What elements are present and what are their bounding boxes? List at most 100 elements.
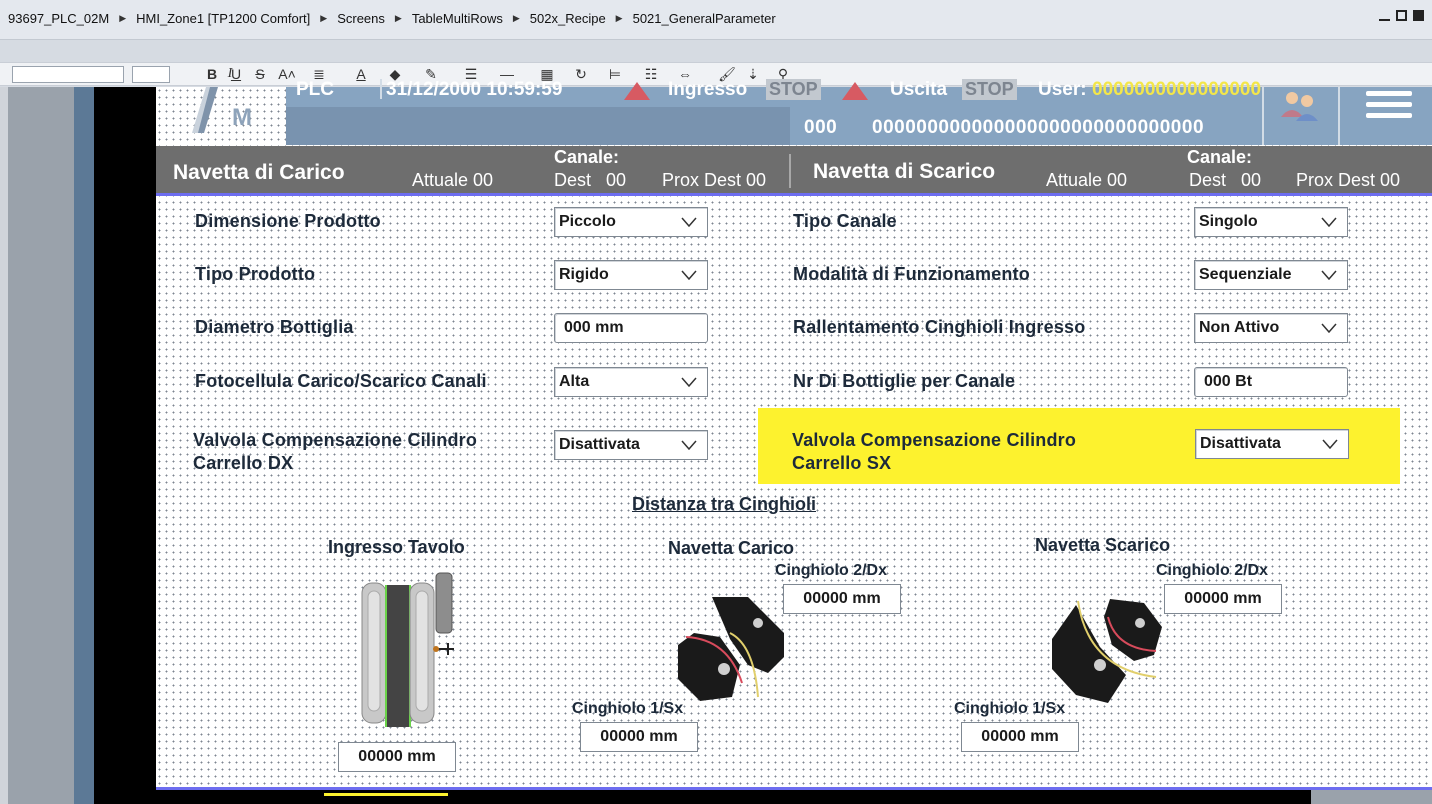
tipo-prodotto-label: Tipo Prodotto (195, 264, 316, 284)
code-long: 000000000000000000000000000000 (872, 117, 1205, 138)
scarico-1sx-input[interactable]: 00000 mm (961, 722, 1079, 752)
font-color-icon[interactable]: A (348, 64, 374, 84)
breadcrumb-separator-icon: ▶ (320, 13, 328, 23)
distribute-icon[interactable]: ☷ (638, 64, 664, 84)
restore-button[interactable] (1396, 10, 1407, 21)
uscita-label: Uscita (890, 79, 948, 100)
rallentamento-label: Rallentamento Cinghioli Ingresso (793, 317, 1086, 337)
align-left-icon[interactable]: ⊨ (602, 64, 628, 84)
scarico-2dx-label: Cinghiolo 2/Dx (1156, 562, 1268, 579)
ingresso-label: Ingresso (668, 79, 748, 100)
tipo-canale-label: Tipo Canale (793, 211, 897, 231)
diametro-input[interactable]: 000 mm (554, 313, 708, 343)
warning-icon (842, 82, 868, 100)
window-controls (1379, 10, 1424, 21)
tipo-canale-dropdown[interactable]: Singolo (1194, 207, 1348, 237)
valvola-sx-label-line1: Valvola Compensazione Cilindro (792, 430, 1077, 450)
nr-bottiglie-input[interactable]: 000 Bt (1194, 367, 1348, 397)
carico-dest-label: Dest (554, 170, 592, 190)
left-panel (0, 87, 8, 804)
hmi-screen: M PLC 31/12/2000 10:59:59 Ingresso STOP … (156, 79, 1432, 804)
fotocellula-dropdown[interactable]: Alta (554, 367, 708, 397)
minimize-button[interactable] (1379, 19, 1390, 21)
scarico-2dx-input[interactable]: 00000 mm (1164, 584, 1282, 614)
warning-icon (624, 82, 650, 100)
shuttle-icon (672, 593, 792, 710)
user-value: 0000000000000000 (1092, 79, 1262, 100)
valvola-sx-label-line2: Carrello SX (792, 453, 892, 473)
breadcrumb-separator-icon: ▶ (119, 13, 127, 23)
dropdown-arrow-icon (681, 270, 697, 280)
rallentamento-value: Non Attivo (1199, 319, 1280, 336)
scarico-dest-label: Dest (1189, 170, 1227, 190)
ingresso-tavolo-title: Ingresso Tavolo (328, 537, 465, 557)
modalita-value: Sequenziale (1199, 266, 1292, 283)
fotocellula-value: Alta (559, 373, 590, 390)
dropdown-arrow-icon (681, 377, 697, 387)
dropdown-arrow-icon (1322, 439, 1338, 449)
carico-1sx-input[interactable]: 00000 mm (580, 722, 698, 752)
carico-2dx-input[interactable]: 00000 mm (783, 584, 901, 614)
tipo-prodotto-dropdown[interactable]: Rigido (554, 260, 708, 290)
navetta-carico-title: Navetta Carico (668, 538, 795, 558)
breadcrumb-item-screen[interactable]: 5021_GeneralParameter (633, 11, 776, 26)
breadcrumb-item-screens[interactable]: Screens (337, 11, 385, 26)
users-icon[interactable] (1278, 87, 1322, 132)
shuttle-icon (1048, 595, 1168, 712)
menu-icon[interactable] (1366, 89, 1412, 134)
carico-dest-value: 00 (606, 170, 627, 190)
strikethrough-button[interactable]: S (252, 64, 268, 84)
carico-prox-dest: Prox Dest 00 (662, 170, 767, 190)
navetta-scarico-title: Navetta Scarico (1035, 535, 1171, 555)
header-divider (380, 79, 382, 99)
carico-attuale: Attuale 00 (412, 170, 494, 190)
modalita-dropdown[interactable]: Sequenziale (1194, 260, 1348, 290)
rallentamento-dropdown[interactable]: Non Attivo (1194, 313, 1348, 343)
valvola-dx-label-line2: Carrello DX (193, 453, 294, 473)
bottom-panel (1311, 790, 1432, 804)
ingresso-stop-badge: STOP (766, 79, 821, 100)
canvas-margin (94, 87, 156, 804)
hmi-header: PLC 31/12/2000 10:59:59 Ingresso STOP Us… (286, 79, 1432, 145)
valvola-sx-dropdown[interactable]: Disattivata (1195, 429, 1349, 459)
tipo-prodotto-value: Rigido (559, 266, 609, 283)
left-panel-blue (74, 87, 94, 804)
breadcrumb-item-hmi[interactable]: HMI_Zone1 [TP1200 Comfort] (136, 11, 310, 26)
underline-button[interactable]: U (228, 64, 244, 84)
font-size-select[interactable] (132, 66, 170, 83)
valvola-dx-dropdown[interactable]: Disattivata (554, 430, 708, 460)
band-divider (789, 154, 791, 188)
breadcrumb-item-subfolder[interactable]: 502x_Recipe (530, 11, 606, 26)
scarico-title: Navetta di Scarico (813, 160, 996, 183)
bold-button[interactable]: B (204, 64, 220, 84)
plc-label: PLC (296, 79, 334, 100)
carico-canale-label: Canale: (554, 147, 620, 167)
dropdown-arrow-icon (1321, 217, 1337, 227)
scarico-prox-dest: Prox Dest 00 (1296, 170, 1401, 190)
datetime: 31/12/2000 10:59:59 (386, 79, 563, 100)
carico-1sx-label: Cinghiolo 1/Sx (572, 700, 684, 717)
left-panel-grey (8, 87, 74, 804)
maximize-button[interactable] (1413, 10, 1424, 21)
rotate-icon[interactable]: ↻ (568, 64, 594, 84)
dimensione-dropdown[interactable]: Piccolo (554, 207, 708, 237)
breadcrumb-separator-icon: ▶ (615, 13, 623, 23)
tipo-canale-value: Singolo (1199, 213, 1258, 230)
breadcrumb-item-folder[interactable]: TableMultiRows (412, 11, 503, 26)
carico-2dx-label: Cinghiolo 2/Dx (775, 562, 887, 579)
nr-bottiglie-label: Nr Di Bottiglie per Canale (793, 371, 1016, 391)
dropdown-arrow-icon (1321, 323, 1337, 333)
scarico-attuale: Attuale 00 (1046, 170, 1128, 190)
valvola-dx-label-line1: Valvola Compensazione Cilindro (193, 430, 478, 450)
modalita-label: Modalità di Funzionamento (793, 264, 1030, 284)
navetta-status-band: Navetta di Carico Attuale 00 Canale: Des… (156, 146, 1432, 196)
code-short: 000 (804, 117, 838, 138)
dimensione-value: Piccolo (559, 213, 616, 230)
header-divider (1338, 87, 1340, 145)
breadcrumb-item-project[interactable]: 93697_PLC_02M (8, 11, 109, 26)
plc-status: PLC (296, 79, 334, 101)
dropdown-arrow-icon (1321, 270, 1337, 280)
user-label: User: (1038, 79, 1087, 100)
ingresso-distanza-input[interactable]: 00000 mm (338, 742, 456, 772)
font-family-select[interactable] (12, 66, 124, 83)
